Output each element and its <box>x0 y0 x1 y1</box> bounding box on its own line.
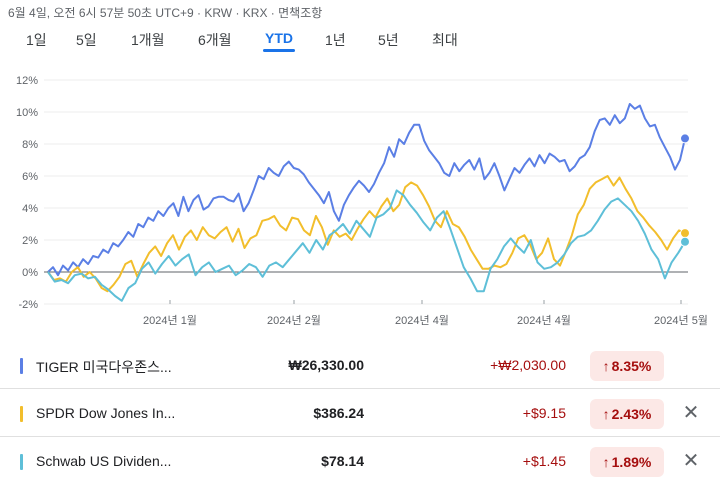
tab-5d[interactable]: 5일 <box>76 30 97 50</box>
y-tick-label: 4% <box>22 203 38 215</box>
x-tick-label: 2024년 5월 <box>654 314 708 327</box>
holding-name: SPDR Dow Jones In... <box>36 405 176 421</box>
holding-change: +₩2,030.00 <box>490 357 566 373</box>
x-tick-label: 2024년 4월 <box>395 314 449 327</box>
tab-ytd[interactable]: YTD <box>263 30 295 52</box>
tab-6m[interactable]: 6개월 <box>198 30 232 50</box>
holding-row-tiger[interactable]: TIGER 미국다우존스... ₩26,330.00 +₩2,030.00 ↑ 8… <box>0 344 720 389</box>
holding-row-schwab[interactable]: Schwab US Dividen... $78.14 +$1.45 ↑ 1.89… <box>0 440 720 484</box>
series-swatch <box>20 454 23 470</box>
arrow-up-icon: ↑ <box>602 454 610 470</box>
percent-badge: ↑ 1.89% <box>590 447 664 477</box>
holding-price: ₩26,330.00 <box>288 357 365 373</box>
holding-price: $78.14 <box>321 453 364 469</box>
series-end-dot <box>680 228 690 239</box>
y-tick-label: 6% <box>22 171 38 183</box>
holding-name: Schwab US Dividen... <box>36 453 172 469</box>
remove-comparison-close-icon[interactable]: ✕ <box>680 402 702 424</box>
y-tick-label: 12% <box>16 75 38 87</box>
tab-1y[interactable]: 1년 <box>325 30 346 50</box>
series-swatch <box>20 358 23 374</box>
comparison-chart[interactable]: 12% 10% 8% 6% 4% 2% 0% -2% 2024년 1월 2024년 2월 2024년… <box>0 66 720 336</box>
holding-name: TIGER 미국다우존스... <box>36 359 172 375</box>
range-tabs: 1일 5일 1개월 6개월 YTD 1년 5년 최대 <box>0 30 720 56</box>
tab-5y[interactable]: 5년 <box>378 30 399 50</box>
y-tick-label: -2% <box>18 299 38 311</box>
x-tick-label: 2024년 4월 <box>517 314 571 327</box>
tab-max[interactable]: 최대 <box>432 30 458 50</box>
tab-1d[interactable]: 1일 <box>26 30 47 50</box>
arrow-up-icon: ↑ <box>602 358 610 374</box>
y-tick-label: 2% <box>22 235 38 247</box>
y-tick-label: 10% <box>16 107 38 119</box>
holding-change: +$9.15 <box>522 405 566 421</box>
x-tick-label: 2024년 1월 <box>143 314 197 327</box>
arrow-up-icon: ↑ <box>602 406 610 422</box>
series-line <box>47 189 686 302</box>
timestamp-header: 6월 4일, 오전 6시 57분 50초 UTC+9 · KRW · KRX ·… <box>8 6 323 20</box>
tab-1m[interactable]: 1개월 <box>131 30 165 50</box>
x-tick-label: 2024년 2월 <box>267 314 321 327</box>
series-end-dot <box>680 133 690 144</box>
holding-change: +$1.45 <box>522 453 566 469</box>
series-end-dot <box>680 236 690 247</box>
y-tick-label: 8% <box>22 139 38 151</box>
percent-badge: ↑ 8.35% <box>590 351 664 381</box>
series-swatch <box>20 406 23 422</box>
percent-badge: ↑ 2.43% <box>590 399 664 429</box>
y-tick-label: 0% <box>22 267 38 279</box>
holding-row-spdr[interactable]: SPDR Dow Jones In... $386.24 +$9.15 ↑ 2.4… <box>0 392 720 437</box>
holding-price: $386.24 <box>313 405 364 421</box>
remove-comparison-close-icon[interactable]: ✕ <box>680 450 702 472</box>
